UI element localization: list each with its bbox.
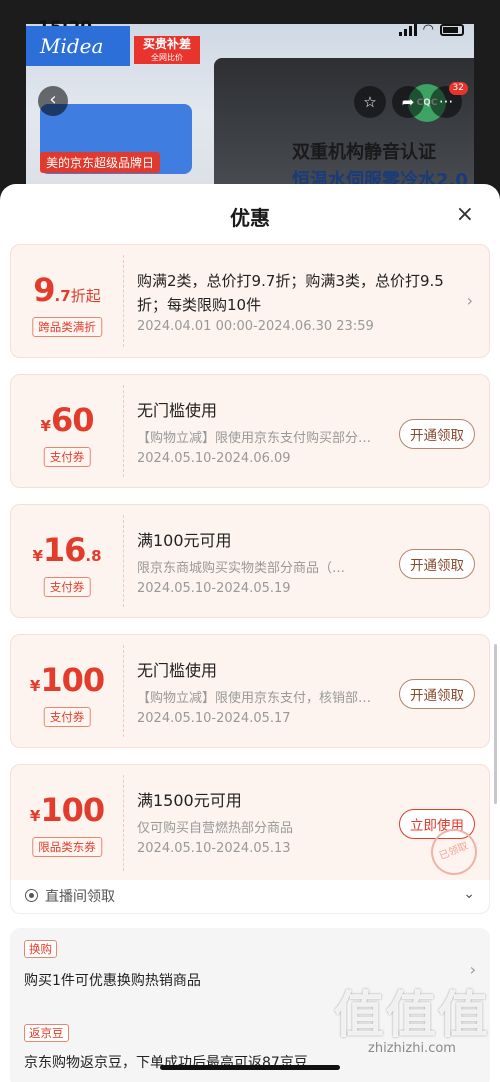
coupon-desc: 【购物立减】限使用京东支付，核销部分商品 [137,691,379,706]
coupon-divider [123,645,124,737]
coupon-divider [123,385,124,477]
home-indicator[interactable] [160,1065,340,1070]
promo-chip-sub: 全网比价 [151,53,183,62]
coupon-divider [123,775,124,871]
coupon-amount: ¥16.8 [11,531,123,569]
top-actions: ☆ ➦ ··· 32 [354,82,468,118]
coupon-value: ¥100 限品类东券 [11,765,123,881]
chevron-right-icon: › [466,291,473,310]
coupon-desc: 仅可购买自营燃热部分商品 [137,821,294,836]
coupon-pay-60: ¥60 支付券 无门槛使用 【购物立减】限使用京东支付购买部分商品 2024.0… [10,374,490,488]
coupon-tag: 支付券 [43,447,91,467]
watermark-logo: 值值值 [334,985,490,1044]
close-button[interactable]: × [456,204,474,226]
more-button[interactable]: ··· 32 [430,82,468,118]
watermark: 值值值 zhizhizhi.com [334,985,490,1057]
wifi-icon: ◠ [422,22,434,37]
currency-symbol: ¥ [29,677,41,695]
coupon-cross-category[interactable]: 9.7折起 跨品类满折 购满2类，总价打9.7折；购满3类，总价打9.5折；每类… [10,244,490,358]
live-icon [25,889,38,902]
exchange-text[interactable]: 购买1件可优惠换购热销商品 [24,970,201,990]
amount-decimal: .7 [54,287,71,305]
claim-button[interactable]: 开通领取 [399,419,475,449]
amount-number: 9 [33,271,55,309]
live-row-label: 直播间领取 [45,889,115,905]
currency-symbol: ¥ [40,417,51,435]
coupon-value: ¥60 支付券 [11,375,123,487]
coupon-title: 满1500元可用 [137,791,242,810]
amount-number: 100 [40,791,105,829]
claim-button[interactable]: 开通领取 [399,679,475,709]
coupon-divider [123,255,124,347]
chevron-right-icon[interactable]: › [470,960,476,979]
currency-symbol: ¥ [29,807,41,825]
promo-chip: 买贵补差 全网比价 [134,36,200,64]
share-button[interactable]: ➦ [392,86,424,118]
live-room-claim-row[interactable]: 直播间领取 ⌄ [10,880,490,914]
coupon-date: 2024.05.10-2024.05.19 [137,581,291,596]
status-icons: ◠ [398,22,464,37]
coupon-divider [123,515,124,607]
coupon-desc: 【购物立减】限使用京东支付购买部分商品 [137,431,379,446]
coupon-title: 无门槛使用 [137,401,218,420]
favorite-button[interactable]: ☆ [354,86,386,118]
amount-number: 100 [40,661,105,699]
coupon-pay-16-8: ¥16.8 支付券 满100元可用 限京东商城购买实物类部分商品（… 2024.… [10,504,490,618]
coupon-tag: 限品类东券 [32,837,102,857]
coupon-date: 2024.05.10-2024.05.13 [137,841,291,856]
scrollbar[interactable] [494,644,497,804]
coupon-title: 满100元可用 [137,531,232,550]
brand-day-label: 美的京东超级品牌日 [40,152,161,173]
promo-chip-label: 买贵补差 [142,37,191,51]
coupon-pay-100: ¥100 支付券 无门槛使用 【购物立减】限使用京东支付，核销部分商品 2024… [10,634,490,748]
coupon-value: ¥16.8 支付券 [11,505,123,617]
coupon-title: 购满2类，总价打9.7折；购满3类，总价打9.5折；每类限购10件 [137,272,444,314]
sheet-title: 优惠 [230,206,270,230]
coupon-amount: ¥60 [11,401,123,439]
coupon-amount: ¥100 [11,791,123,829]
coupon-category-100: ¥100 限品类东券 满1500元可用 仅可购买自营燃热部分商品 2024.05… [10,764,490,882]
headline-1: 双重机构静音认证 [292,142,436,163]
coupon-value: 9.7折起 跨品类满折 [11,245,123,357]
exchange-tag: 换购 [24,940,57,958]
chevron-down-icon: ⌄ [463,886,475,902]
coupon-tag: 跨品类满折 [32,317,102,337]
currency-symbol: ¥ [32,547,43,565]
battery-icon [440,23,464,36]
back-button[interactable]: ‹ [38,86,68,116]
coupon-desc: 限京东商城购买实物类部分商品（… [137,561,346,576]
coupon-date: 2024.04.01 00:00-2024.06.30 23:59 [137,319,374,334]
coupon-tag: 支付券 [43,577,91,597]
amount-decimal: .8 [85,547,102,565]
coupon-date: 2024.05.10-2024.06.09 [137,451,291,466]
coupon-amount: 9.7折起 [11,271,123,309]
coupon-value: ¥100 支付券 [11,635,123,747]
coupon-date: 2024.05.10-2024.05.17 [137,711,291,726]
amount-suffix: 折起 [70,287,101,305]
amount-number: 16 [42,531,87,569]
discount-sheet: 优惠 × 9.7折起 跨品类满折 购满2类，总价打9.7折；购满3类，总价打9.… [0,184,500,1082]
coupon-tag: 支付券 [43,707,91,727]
brand-logo: Midea [26,26,130,66]
jingdou-tag: 返京豆 [24,1024,69,1042]
coupon-title: 无门槛使用 [137,661,218,680]
amount-number: 60 [50,401,95,439]
claim-button[interactable]: 开通领取 [399,549,475,579]
coupon-amount: ¥100 [11,661,123,699]
notification-count: 32 [448,82,468,95]
signal-icon [398,23,417,36]
